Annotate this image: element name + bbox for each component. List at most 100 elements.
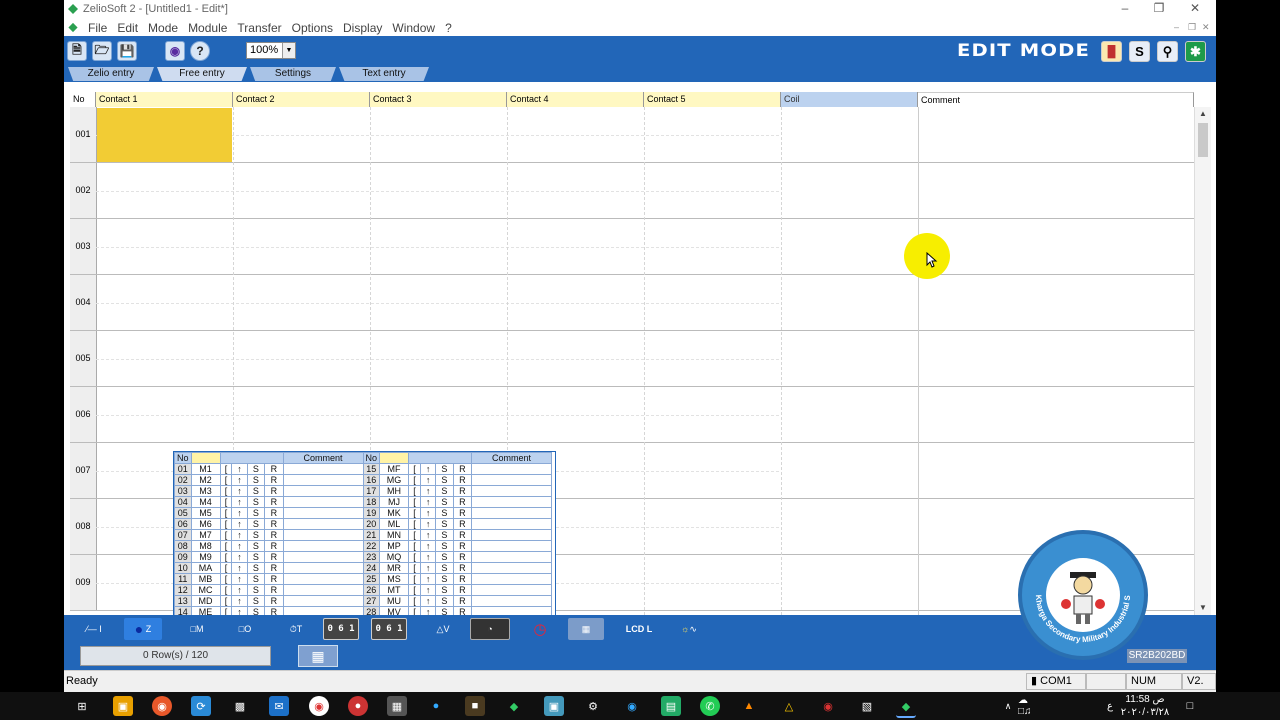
table-row[interactable]: 08 M8[↑ S R <box>174 540 364 552</box>
relay-mode-l[interactable]: [ <box>408 584 421 596</box>
relay-mode-l[interactable]: [ <box>219 474 233 486</box>
relay-mode-r[interactable]: R <box>264 463 284 475</box>
relay-mode-i[interactable]: ↑ <box>231 518 248 530</box>
chrome-icon[interactable]: ◉ <box>309 696 329 716</box>
warning-app-icon[interactable]: △ <box>779 696 799 716</box>
tab-text-entry[interactable]: Text entry <box>339 67 429 81</box>
scroll-thumb[interactable] <box>1198 123 1208 157</box>
relay-mode-l[interactable]: [ <box>219 584 233 596</box>
relay-mode-s[interactable]: S <box>435 573 454 585</box>
relay-mode-r[interactable]: R <box>264 584 284 596</box>
table-row[interactable]: 07 M7[↑ S R <box>174 529 364 541</box>
relay-mode-i[interactable]: ↑ <box>231 474 248 486</box>
s-button[interactable]: S <box>1129 41 1150 62</box>
aux-relay-tool[interactable]: □ M <box>181 618 213 640</box>
timer-tool[interactable]: ⏱ T <box>281 618 311 640</box>
save-button[interactable]: 💾 <box>117 41 137 61</box>
windows-start-icon[interactable]: ⊞ <box>72 696 92 716</box>
relay-mode-r[interactable]: R <box>264 507 284 519</box>
relay-mode-i[interactable]: ↑ <box>419 474 437 486</box>
relay-mode-i[interactable]: ↑ <box>231 529 248 541</box>
relay-mode-l[interactable]: [ <box>219 507 233 519</box>
relay-mode-l[interactable]: [ <box>408 595 421 607</box>
relay-mode-l[interactable]: [ <box>408 518 421 530</box>
menu-edit[interactable]: Edit <box>117 21 138 35</box>
relay-mode-r[interactable]: R <box>452 507 473 519</box>
vertical-scrollbar[interactable]: ▲ ▼ <box>1194 107 1211 615</box>
relay-mode-l[interactable]: [ <box>219 562 233 574</box>
relay-mode-r[interactable]: R <box>452 485 473 497</box>
zelio-taskbar-icon[interactable]: ◆ <box>504 696 524 716</box>
relay-mode-l[interactable]: [ <box>219 485 233 497</box>
relay-mode-i[interactable]: ↑ <box>419 584 437 596</box>
relay-mode-i[interactable]: ↑ <box>231 551 248 563</box>
relay-mode-l[interactable]: [ <box>219 595 233 607</box>
relay-comment[interactable] <box>471 551 553 563</box>
relay-mode-i[interactable]: ↑ <box>419 518 437 530</box>
relay-comment[interactable] <box>282 540 364 552</box>
relay-mode-s[interactable]: S <box>435 518 454 530</box>
relay-mode-r[interactable]: R <box>264 518 284 530</box>
relay-mode-i[interactable]: ↑ <box>231 485 248 497</box>
relay-mode-s[interactable]: S <box>246 573 266 585</box>
relay-mode-r[interactable]: R <box>452 584 473 596</box>
analog-tool[interactable]: ◔ <box>470 618 510 640</box>
table-row[interactable]: 16 MG[↑ S R <box>362 474 553 486</box>
relay-mode-r[interactable]: R <box>264 485 284 497</box>
relay-mode-l[interactable]: [ <box>219 573 233 585</box>
relay-mode-r[interactable]: R <box>264 573 284 585</box>
memory-button[interactable]: ▦ <box>298 645 338 667</box>
network-tool-icon[interactable]: ▧ <box>857 696 877 716</box>
relay-mode-s[interactable]: S <box>435 584 454 596</box>
mail-icon[interactable]: ✉ <box>269 696 289 716</box>
relay-comment[interactable] <box>471 562 553 574</box>
mdi-close-icon[interactable]: ✕ <box>1202 22 1210 33</box>
tray-up-icon[interactable]: ∧ <box>998 696 1018 716</box>
relay-mode-i[interactable]: ↑ <box>231 540 248 552</box>
relay-mode-r[interactable]: R <box>452 474 473 486</box>
editor-icon[interactable]: ▤ <box>661 696 681 716</box>
relay-mode-s[interactable]: S <box>246 463 266 475</box>
table-row[interactable]: 03 M3[↑ S R <box>174 485 364 497</box>
relay-mode-r[interactable]: R <box>452 562 473 574</box>
table-row[interactable]: 21 MN[↑ S R <box>362 529 553 541</box>
whatsapp-icon[interactable]: ✆ <box>700 696 720 716</box>
table-row[interactable]: 09 M9[↑ S R <box>174 551 364 563</box>
scroll-up-icon[interactable]: ▲ <box>1195 107 1211 121</box>
relay-mode-r[interactable]: R <box>264 540 284 552</box>
relay-mode-i[interactable]: ↑ <box>231 507 248 519</box>
relay-comment[interactable] <box>471 573 553 585</box>
relay-mode-s[interactable]: S <box>435 562 454 574</box>
maps-icon[interactable]: ● <box>426 696 446 716</box>
relay-comment[interactable] <box>282 551 364 563</box>
relay-mode-i[interactable]: ↑ <box>419 562 437 574</box>
relay-mode-l[interactable]: [ <box>408 540 421 552</box>
firefox-icon[interactable]: ◉ <box>152 696 172 716</box>
fast-counter-tool[interactable]: 0 6 1 <box>371 618 407 640</box>
tool-icon[interactable]: ⚙ <box>583 696 603 716</box>
relay-mode-s[interactable]: S <box>246 518 266 530</box>
table-row[interactable]: 04 M4[↑ S R <box>174 496 364 508</box>
relay-comment[interactable] <box>282 595 364 607</box>
relay-comment[interactable] <box>471 485 553 497</box>
language-indicator[interactable]: ع <box>1100 696 1120 716</box>
relay-mode-s[interactable]: S <box>246 529 266 541</box>
menu-help[interactable]: ? <box>445 21 452 35</box>
zelio-active-icon[interactable]: ◆ <box>896 696 916 718</box>
tab-zelio-entry[interactable]: Zelio entry <box>68 67 154 81</box>
relay-comment[interactable] <box>471 496 553 508</box>
vlc-icon[interactable]: ▲ <box>739 696 759 716</box>
relay-mode-l[interactable]: [ <box>219 518 233 530</box>
open-file-button[interactable]: 🗁 <box>92 41 112 61</box>
relay-mode-i[interactable]: ↑ <box>231 496 248 508</box>
table-row[interactable]: 23 MQ[↑ S R <box>362 551 553 563</box>
relay-mode-r[interactable]: R <box>452 463 473 475</box>
selected-cell[interactable] <box>97 108 232 162</box>
relay-comment[interactable] <box>282 529 364 541</box>
table-row[interactable]: 24 MR[↑ S R <box>362 562 553 574</box>
calculator-icon[interactable]: ▦ <box>387 696 407 716</box>
relay-mode-r[interactable]: R <box>264 496 284 508</box>
simulation-mode-button[interactable]: █ <box>1101 41 1122 62</box>
relay-mode-i[interactable]: ↑ <box>231 463 248 475</box>
relay-mode-l[interactable]: [ <box>219 529 233 541</box>
